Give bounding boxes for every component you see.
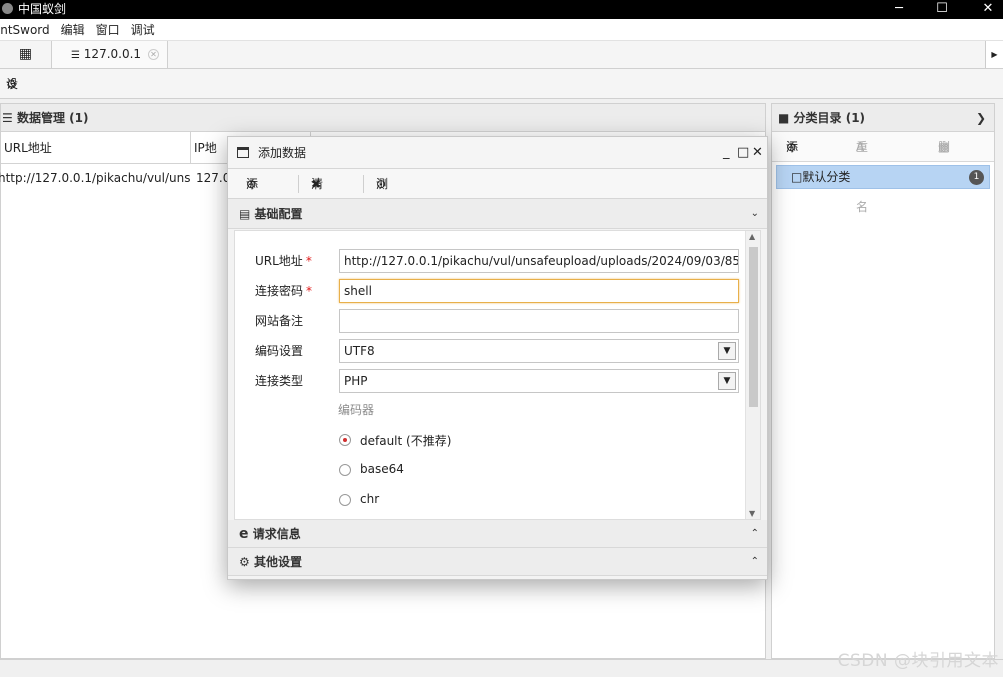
category-panel-title: 分类目录 (1)	[793, 111, 866, 125]
connection-type-label: 连接类型	[255, 374, 304, 388]
maximize-button[interactable]: ☐	[927, 0, 957, 19]
dialog-maximize-button[interactable]: □	[737, 137, 749, 169]
tab-home[interactable]: ▦	[0, 41, 52, 68]
encoding-select[interactable]: UTF8 ▼	[339, 339, 739, 363]
section-basic-config[interactable]: ▤ 基础配置 ⌄	[228, 199, 767, 229]
column-url[interactable]: URL地址	[1, 132, 191, 164]
scroll-down-icon[interactable]: ▼	[749, 509, 755, 518]
close-window-button[interactable]: ✕	[973, 0, 1003, 19]
category-count-badge: 1	[969, 170, 984, 185]
scroll-up-icon[interactable]: ▲	[749, 232, 755, 241]
chevron-up-icon: ⌃	[750, 528, 759, 539]
section-basic-label: 基础配置	[254, 207, 303, 221]
section-request-info[interactable]: e 请求信息 ⌃	[228, 520, 767, 548]
tab-host-label: 127.0.0.1	[83, 47, 142, 61]
settings-bar: ⚙ 设置	[0, 69, 1003, 121]
menu-debug[interactable]: 调试	[131, 19, 155, 41]
window-titlebar: 中国蚁剑 ─ ☐ ✕	[0, 0, 1003, 19]
dialog-header: 添加数据 _ □ ✕	[228, 137, 767, 169]
window-title: 中国蚁剑	[2, 0, 66, 19]
menu-window[interactable]: 窗口	[96, 19, 120, 41]
row-url: http://127.0.0.1/pikachu/vul/unsa	[0, 171, 191, 185]
encoder-default-radio[interactable]	[339, 434, 351, 446]
minimize-button[interactable]: ─	[884, 0, 914, 19]
menu-antsword[interactable]: AntSword	[0, 19, 50, 41]
category-panel: ■ 分类目录 (1) ❯ ⊕ 添加 A 重命名 ▩ 删除 □默认分类 1	[771, 103, 995, 659]
file-icon: ▤	[239, 207, 251, 221]
category-toolbar: ⊕ 添加 A 重命名 ▩ 删除	[772, 132, 994, 214]
category-item-default[interactable]: □默认分类 1	[776, 165, 990, 189]
window-icon	[237, 147, 249, 158]
collapse-panel-icon[interactable]: ❯	[976, 104, 986, 132]
encoder-label: 编码器	[338, 403, 375, 417]
dialog-toolbar: ⊕ 添加 ✖ 清空 ⊙ 测试连接	[228, 169, 767, 281]
ie-icon: e	[239, 526, 249, 542]
chevron-down-icon[interactable]: ▼	[718, 372, 736, 390]
category-item-label: 默认分类	[802, 170, 851, 184]
encoder-chr-radio[interactable]	[339, 494, 351, 506]
folder-icon: ■	[778, 111, 790, 125]
scrollbar-thumb[interactable]	[749, 247, 758, 407]
window-title-text: 中国蚁剑	[18, 2, 67, 16]
form-scrollbar[interactable]: ▲ ▼	[745, 231, 760, 519]
encoder-base64-radio[interactable]	[339, 464, 351, 476]
required-marker: *	[305, 254, 312, 268]
dialog-title: 添加数据	[258, 146, 307, 160]
list-icon: ☰	[2, 111, 13, 125]
chevron-down-icon[interactable]: ▼	[718, 342, 736, 360]
folder-outline-icon: □	[791, 170, 803, 184]
grid-icon: ▦	[18, 46, 33, 62]
encoder-chr-label[interactable]: chr	[360, 492, 379, 506]
toolbar-divider	[298, 175, 299, 193]
tab-bar: ▦ ☰ 127.0.0.1 ✕ ▶	[0, 41, 1003, 69]
encoding-value: UTF8	[344, 344, 375, 358]
note-input[interactable]	[339, 309, 739, 333]
url-input[interactable]: http://127.0.0.1/pikachu/vul/unsafeuploa…	[339, 249, 739, 273]
gears-icon: ⚙	[239, 555, 250, 569]
chevron-down-icon: ⌄	[750, 208, 759, 219]
encoding-label: 编码设置	[255, 344, 304, 358]
add-data-dialog: 添加数据 _ □ ✕ ⊕ 添加 ✖ 清空 ⊙ 测试连接 ▤ 基础配置 ⌄ URL…	[227, 136, 768, 580]
basic-config-form: URL地址 * http://127.0.0.1/pikachu/vul/unsa…	[234, 230, 761, 520]
database-icon: ☰	[71, 50, 80, 61]
dialog-minimize-button[interactable]: _	[723, 137, 730, 169]
category-panel-header: ■ 分类目录 (1) ❯	[772, 104, 994, 132]
connection-type-value: PHP	[344, 374, 368, 388]
data-panel-header: ☰ 数据管理 (1)	[1, 104, 765, 132]
url-label-text: URL地址	[255, 254, 303, 268]
url-label: URL地址 *	[255, 249, 312, 273]
app-logo-icon	[2, 3, 13, 14]
menu-edit[interactable]: 编辑	[61, 19, 85, 41]
encoder-base64-label[interactable]: base64	[360, 462, 404, 476]
data-panel-title: 数据管理 (1)	[16, 111, 89, 125]
watermark: CSDN @块引用文本	[837, 651, 999, 671]
menubar: AntSword 编辑窗口调试	[0, 19, 1003, 41]
section-other-settings[interactable]: ⚙ 其他设置 ⌃	[228, 548, 767, 576]
toolbar-divider	[363, 175, 364, 193]
chevron-up-icon: ⌃	[750, 556, 759, 567]
password-label-text: 连接密码	[255, 284, 304, 298]
dialog-close-button[interactable]: ✕	[752, 137, 763, 169]
tab-host[interactable]: ☰ 127.0.0.1 ✕	[52, 41, 168, 68]
section-request-label: 请求信息	[252, 527, 301, 541]
encoder-default-label[interactable]: default (不推荐)	[360, 432, 451, 449]
connection-type-select[interactable]: PHP ▼	[339, 369, 739, 393]
note-label: 网站备注	[255, 314, 304, 328]
password-label: 连接密码 *	[255, 279, 312, 303]
password-input[interactable]: shell	[339, 279, 739, 303]
tab-scroll-right-button[interactable]: ▶	[985, 41, 1003, 68]
tab-close-icon[interactable]: ✕	[148, 49, 159, 60]
required-marker: *	[306, 284, 313, 298]
section-other-label: 其他设置	[253, 555, 302, 569]
